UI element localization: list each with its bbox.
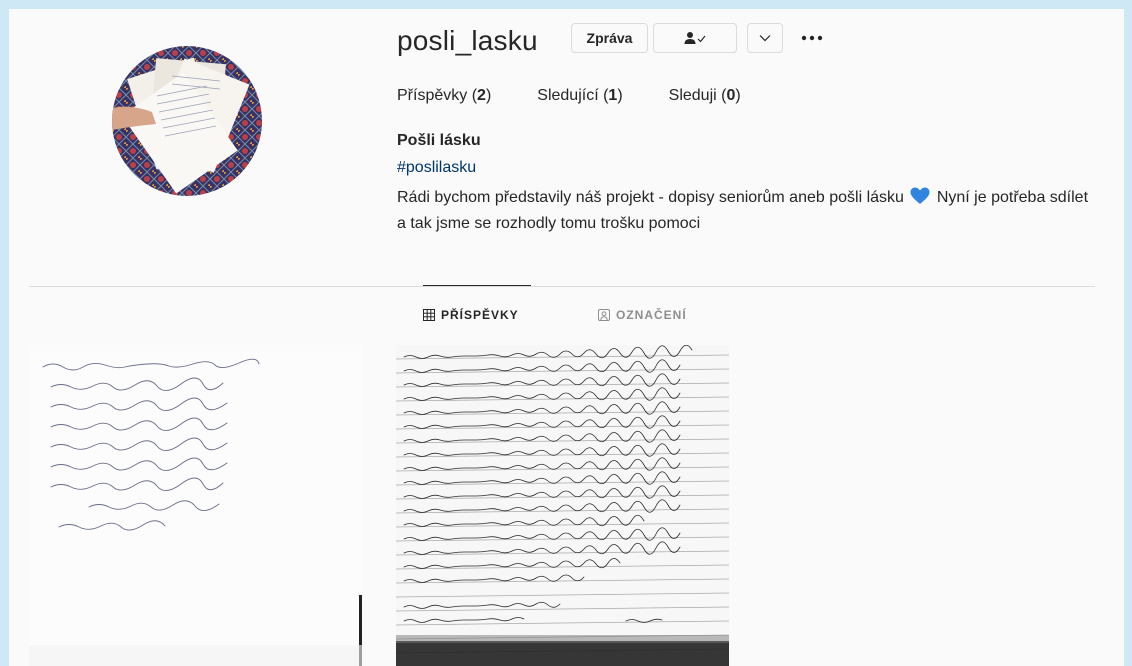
lined-letter-image <box>396 345 729 666</box>
post-thumbnail[interactable] <box>396 345 729 666</box>
profile-stats: Příspěvky (2) Sledující (1) Sleduji (0) <box>397 87 787 105</box>
person-check-icon <box>684 32 706 44</box>
grid-icon <box>423 309 435 321</box>
bio-description: Rádi bychom představily náš projekt - do… <box>397 185 1097 237</box>
following-number: 0 <box>726 87 736 104</box>
posts-label: Příspěvky <box>397 87 468 104</box>
tab-tagged[interactable]: OZNAČENÍ <box>598 308 687 322</box>
following-count[interactable]: Sleduji (0) <box>669 87 741 105</box>
followers-label: Sledující <box>537 87 599 104</box>
profile-avatar[interactable] <box>112 46 262 196</box>
avatar-image <box>112 46 262 196</box>
bio-hashtag-link[interactable]: #poslilasku <box>397 159 476 177</box>
following-button[interactable] <box>653 23 737 53</box>
posts-count[interactable]: Příspěvky (2) <box>397 87 491 105</box>
tagged-icon <box>598 309 610 321</box>
tab-posts-label: PŘÍSPĚVKY <box>441 308 519 322</box>
active-tab-indicator <box>423 285 531 286</box>
message-button[interactable]: Zpráva <box>571 23 648 53</box>
suggestions-button[interactable] <box>747 23 783 53</box>
posts-number: 2 <box>477 87 486 104</box>
followers-number: 1 <box>608 87 618 104</box>
ellipsis-icon <box>801 35 823 41</box>
post-thumbnail[interactable] <box>29 345 362 666</box>
more-options-button[interactable] <box>799 31 829 45</box>
profile-username: posli_lasku <box>397 25 538 56</box>
following-label: Sleduji <box>668 87 717 104</box>
tab-tagged-label: OZNAČENÍ <box>616 308 687 322</box>
chevron-down-icon <box>759 35 771 42</box>
tab-posts[interactable]: PŘÍSPĚVKY <box>423 308 519 322</box>
blue-heart-icon <box>910 187 930 204</box>
profile-page: posli_lasku Zpráva Příspěvky (2) Sledují… <box>9 9 1124 666</box>
bio-text-part-1: Rádi bychom představily náš projekt - do… <box>397 189 904 206</box>
bio-full-name: Pošli lásku <box>397 132 481 149</box>
handwritten-letter-image <box>29 345 362 666</box>
tabs-divider <box>29 286 1095 287</box>
followers-count[interactable]: Sledující (1) <box>537 87 622 105</box>
